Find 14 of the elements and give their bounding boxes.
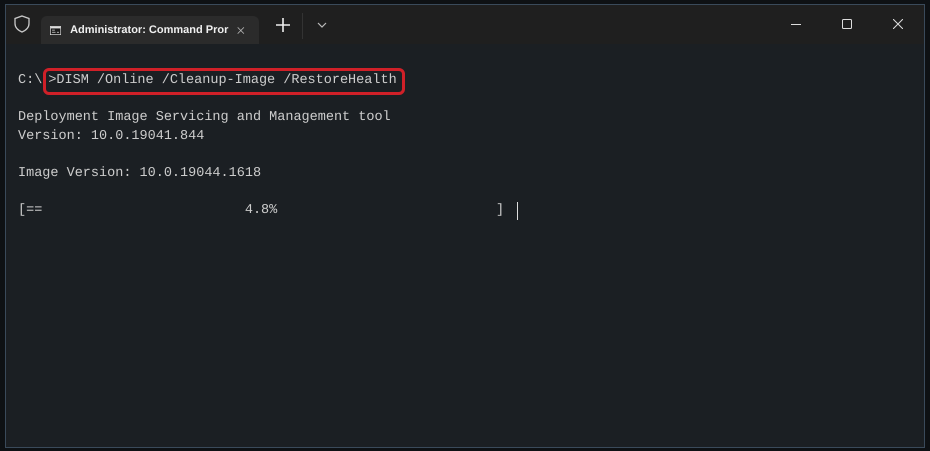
maximize-icon[interactable] [842, 19, 852, 29]
output-text: Image Version: 10.0.19044.1618 [18, 164, 262, 182]
close-icon[interactable] [237, 24, 245, 36]
chevron-icon[interactable] [317, 22, 327, 28]
output-text: Version: 10.0.19041.844 [18, 128, 204, 146]
progress-text: [== 4.8% ] [18, 202, 504, 220]
plus-icon[interactable] [276, 18, 290, 32]
command-prompt: C:\ [18, 72, 42, 90]
tab-title: Administrator: Command Pror [70, 24, 228, 36]
output-text: Deployment Image Servicing and Management tool [18, 109, 391, 127]
shield-icon [14, 15, 30, 33]
terminal-icon [50, 24, 62, 36]
tab[interactable]: Administrator: Command Pror [41, 16, 259, 44]
close-icon[interactable] [893, 19, 903, 29]
